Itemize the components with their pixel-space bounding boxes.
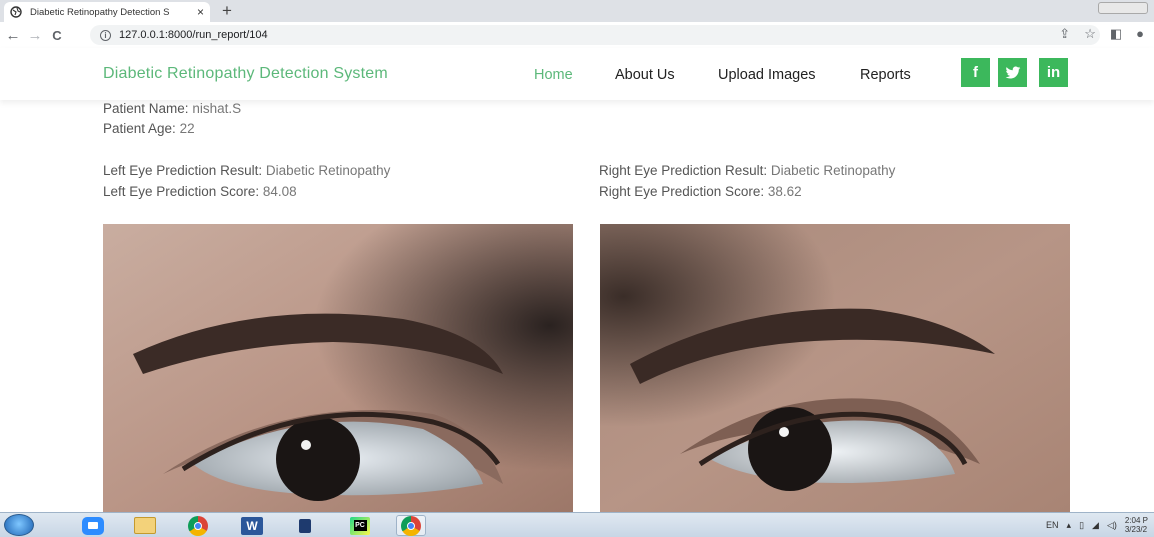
address-bar: ← → C i 127.0.0.1:8000/run_report/104 ⇪ …: [0, 22, 1154, 48]
star-icon[interactable]: ☆: [1084, 26, 1096, 42]
left-result-label: Left Eye Prediction Result:: [103, 163, 263, 178]
tab-title: Diabetic Retinopathy Detection S: [30, 6, 170, 18]
patient-age-label: Patient Age:: [103, 121, 176, 136]
volume-icon[interactable]: ◁): [1107, 520, 1117, 531]
zoom-icon[interactable]: [78, 515, 108, 536]
nav-about-us[interactable]: About Us: [615, 67, 675, 83]
battery-icon[interactable]: ▯: [1079, 520, 1084, 531]
clock-time: 2:04 P: [1124, 516, 1148, 525]
patient-name-label: Patient Name:: [103, 101, 189, 116]
twitter-icon[interactable]: [998, 58, 1027, 87]
patient-age-value: 22: [179, 121, 195, 136]
site-navbar: Diabetic Retinopathy Detection System Ho…: [0, 48, 1154, 100]
url-text: 127.0.0.1:8000/run_report/104: [119, 29, 268, 41]
network-icon[interactable]: ◢: [1092, 520, 1099, 531]
windows-taskbar: W PC EN ▴ ▯ ◢ ◁) 2:04 P 3/23/2: [0, 512, 1154, 537]
left-score-line: Left Eye Prediction Score: 84.08: [103, 184, 297, 199]
close-tab-icon[interactable]: ×: [197, 5, 204, 19]
system-tray: EN ▴ ▯ ◢ ◁) 2:04 P 3/23/2: [1046, 516, 1148, 534]
patient-age-line: Patient Age: 22: [103, 121, 195, 136]
browser-tab-bar: Diabetic Retinopathy Detection S × +: [0, 0, 1154, 22]
window-controls[interactable]: [1098, 2, 1148, 14]
twitter-bird-icon: [1005, 66, 1020, 78]
linkedin-icon[interactable]: in: [1039, 58, 1068, 87]
language-indicator[interactable]: EN: [1046, 520, 1059, 530]
patient-name-value: nishat.S: [192, 101, 242, 116]
chrome-active-icon[interactable]: [396, 515, 426, 536]
nav-upload-images[interactable]: Upload Images: [718, 67, 816, 83]
forward-arrow-icon[interactable]: →: [24, 27, 46, 44]
chrome-icon[interactable]: [183, 515, 213, 536]
right-eye-image: [600, 224, 1070, 514]
profile-icon[interactable]: ●: [1136, 26, 1144, 42]
globe-icon: [10, 6, 22, 18]
right-score-value: 38.62: [767, 184, 802, 199]
clock-date: 3/23/2: [1124, 525, 1148, 534]
new-tab-button[interactable]: +: [222, 1, 232, 21]
right-result-line: Right Eye Prediction Result: Diabetic Re…: [599, 163, 895, 178]
reload-icon[interactable]: C: [46, 28, 68, 43]
nav-home[interactable]: Home: [534, 67, 573, 83]
right-result-value: Diabetic Retinopathy: [770, 163, 896, 178]
url-field[interactable]: i 127.0.0.1:8000/run_report/104: [90, 25, 1100, 45]
file-explorer-icon[interactable]: [130, 515, 160, 536]
show-hidden-icons-icon[interactable]: ▴: [1067, 520, 1072, 531]
left-eye-image: [103, 224, 573, 514]
patient-name-line: Patient Name: nishat.S: [103, 101, 241, 116]
right-score-line: Right Eye Prediction Score: 38.62: [599, 184, 802, 199]
report-content: Patient Name: nishat.S Patient Age: 22 L…: [0, 100, 1154, 514]
left-score-value: 84.08: [262, 184, 297, 199]
app-icon[interactable]: [290, 515, 320, 536]
left-result-line: Left Eye Prediction Result: Diabetic Ret…: [103, 163, 390, 178]
left-result-value: Diabetic Retinopathy: [265, 163, 391, 178]
back-arrow-icon[interactable]: ←: [2, 27, 24, 44]
side-panel-icon[interactable]: ◧: [1110, 26, 1122, 42]
windows-start-icon[interactable]: [4, 514, 34, 536]
clock[interactable]: 2:04 P 3/23/2: [1125, 516, 1148, 534]
left-score-label: Left Eye Prediction Score:: [103, 184, 260, 199]
browser-tab[interactable]: Diabetic Retinopathy Detection S ×: [4, 2, 210, 22]
site-brand[interactable]: Diabetic Retinopathy Detection System: [103, 65, 388, 83]
info-icon[interactable]: i: [100, 29, 111, 41]
pycharm-icon[interactable]: PC: [345, 515, 375, 536]
right-result-label: Right Eye Prediction Result:: [599, 163, 768, 178]
word-icon[interactable]: W: [237, 515, 267, 536]
address-bar-actions: ⇪ ☆ ◧ ●: [1059, 26, 1144, 42]
nav-reports[interactable]: Reports: [860, 67, 911, 83]
facebook-icon[interactable]: f: [961, 58, 990, 87]
share-icon[interactable]: ⇪: [1059, 26, 1070, 42]
right-score-label: Right Eye Prediction Score:: [599, 184, 765, 199]
